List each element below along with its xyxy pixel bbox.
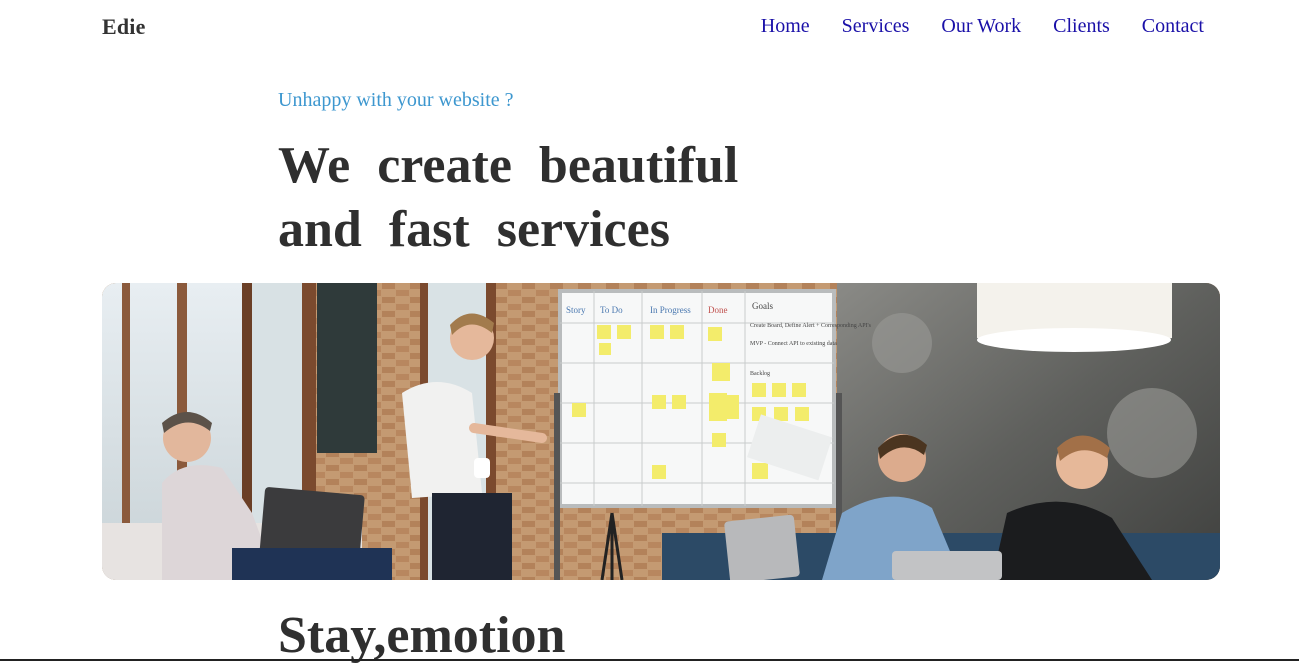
whiteboard-col-story: Story <box>566 305 586 315</box>
page-divider <box>0 659 1299 661</box>
hero-headline: We create beautiful and fast services <box>278 134 818 262</box>
whiteboard-col-todo: To Do <box>600 305 623 315</box>
nav-clients-link[interactable]: Clients <box>1053 15 1110 38</box>
nav-our-work-link[interactable]: Our Work <box>941 15 1021 38</box>
whiteboard-backlog: Backlog <box>750 371 770 377</box>
hero-image: Story To Do In Progress Done Goals Creat… <box>102 283 1220 580</box>
hero-photo-illustration: Story To Do In Progress Done Goals Creat… <box>102 283 1220 580</box>
whiteboard-col-goals: Goals <box>752 301 773 311</box>
hero-headline-line-1: We create beautiful <box>278 137 739 194</box>
whiteboard-col-done: Done <box>708 305 728 315</box>
nav-services-link[interactable]: Services <box>842 15 910 38</box>
main-nav: Home Services Our Work Clients Contact <box>761 15 1204 38</box>
whiteboard-col-inprogress: In Progress <box>650 305 691 315</box>
hero-kicker: Unhappy with your website ? <box>278 89 514 111</box>
whiteboard-goal-2: MVP - Connect API to existing data <box>750 341 837 347</box>
hero-headline-line-2: and fast services <box>278 201 670 258</box>
brand-logo[interactable]: Edie <box>102 14 146 40</box>
nav-home-link[interactable]: Home <box>761 15 810 38</box>
nav-contact-link[interactable]: Contact <box>1142 15 1204 38</box>
whiteboard-goal-1: Create Board, Define Alert + Correspondi… <box>750 322 872 329</box>
